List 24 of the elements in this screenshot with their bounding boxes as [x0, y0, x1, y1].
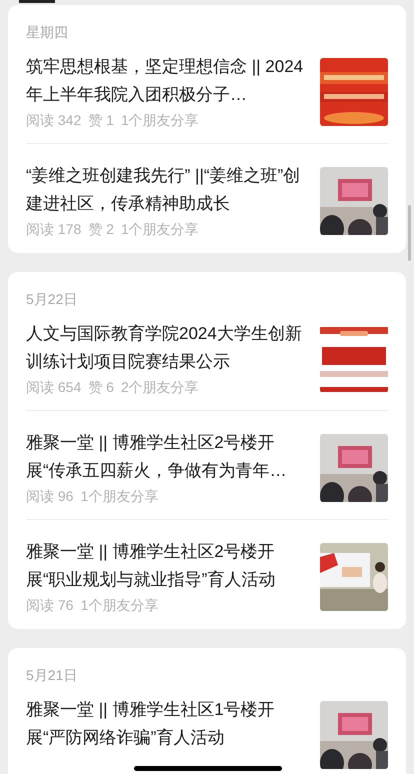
- article-stat: 1个朋友分享: [80, 596, 158, 615]
- article-stat: 阅读 96: [26, 487, 74, 506]
- article-stat: 1个朋友分享: [120, 111, 199, 130]
- date-label: 星期四: [26, 23, 69, 42]
- article-title[interactable]: 雅聚一堂 || 博雅学生社区2号楼开展“传承五四薪火，争做有为青年…: [26, 429, 304, 485]
- article-stat: 赞 6: [88, 378, 114, 397]
- date-label: 5月21日: [26, 666, 78, 685]
- article-title[interactable]: “姜维之班创建我先行” ||“姜维之班”创建进社区，传承精神助成长: [26, 162, 304, 218]
- article-stat: 1个朋友分享: [120, 220, 199, 239]
- article-stat: 2个朋友分享: [120, 378, 199, 397]
- tab-indicator: [19, 0, 55, 3]
- article-stat: 阅读 342: [26, 111, 82, 130]
- article-stat: 赞 2: [88, 220, 114, 239]
- article-stat: 阅读 178: [26, 220, 82, 239]
- article-stat: 阅读 76: [26, 596, 74, 615]
- article-title[interactable]: 筑牢思想根基，坚定理想信念 || 2024年上半年我院入团积极分子…: [26, 53, 304, 109]
- article-stat: 1个朋友分享: [80, 487, 158, 506]
- date-label: 5月22日: [26, 290, 78, 309]
- article-stat: 赞 1: [88, 111, 114, 130]
- article-title[interactable]: 雅聚一堂 || 博雅学生社区2号楼开展“职业规划与就业指导”育人活动: [26, 538, 304, 594]
- article-title[interactable]: 人文与国际教育学院2024大学生创新训练计划项目院赛结果公示: [26, 320, 304, 376]
- scrollbar: [408, 205, 411, 261]
- article-title[interactable]: 雅聚一堂 || 博雅学生社区1号楼开展“严防网络诈骗”育人活动: [26, 696, 304, 752]
- article-stat: 阅读 654: [26, 378, 82, 397]
